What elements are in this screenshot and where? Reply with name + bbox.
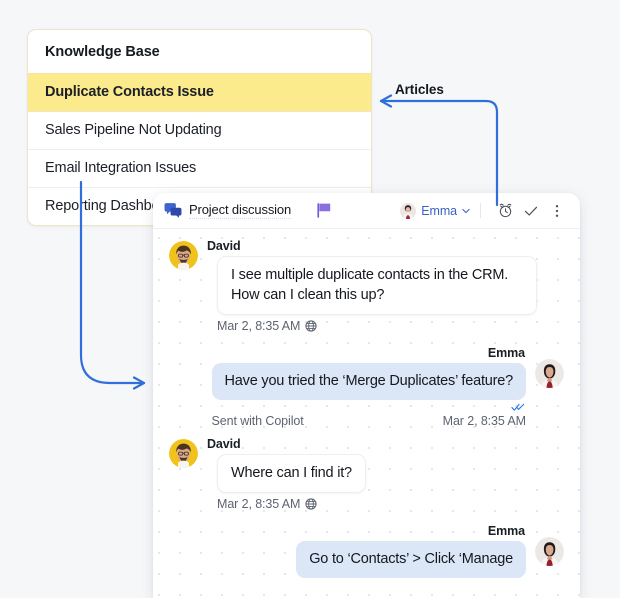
chat-window: Project discussion Emma David I see mult… [153, 193, 580, 598]
message-bubble[interactable]: Have you tried the ‘Merge Duplicates’ fe… [211, 363, 526, 400]
avatar [169, 439, 198, 468]
message-timestamp: Mar 2, 8:35 AM [217, 497, 301, 511]
checkmark-icon [524, 206, 538, 216]
message-bubble[interactable]: I see multiple duplicate contacts in the… [217, 256, 537, 315]
reminder-button[interactable] [494, 200, 516, 222]
chevron-down-icon [462, 208, 470, 213]
avatar [169, 241, 198, 270]
knowledge-base-item-email-integration-issues[interactable]: Email Integration Issues [28, 149, 371, 187]
flag-icon[interactable] [317, 203, 331, 218]
message-bubble[interactable]: Where can I find it? [217, 454, 366, 493]
avatar [535, 359, 564, 388]
articles-arrow-head [379, 94, 393, 108]
assignee-name: Emma [421, 203, 457, 218]
avatar [535, 537, 564, 566]
articles-arrow-path [379, 99, 499, 207]
chat-title[interactable]: Project discussion [189, 202, 291, 219]
message-note: Sent with Copilot [211, 414, 304, 428]
assignee-avatar [400, 202, 417, 219]
chat-header: Project discussion Emma [153, 193, 580, 229]
message-item: David I see multiple duplicate contacts … [169, 239, 564, 344]
globe-icon [305, 320, 317, 332]
double-check-icon [511, 403, 525, 411]
message-list[interactable]: David I see multiple duplicate contacts … [153, 229, 580, 598]
message-content: David I see multiple duplicate contacts … [207, 239, 537, 344]
articles-annotation-label: Articles [395, 82, 444, 97]
message-bubble[interactable]: Go to ‘Contacts’ > Click ‘Manage [296, 541, 526, 578]
message-item: David Where can I find it? Mar 2, 8:35 A… [169, 437, 564, 522]
message-content: Emma Go to ‘Contacts’ > Click ‘Manage [296, 524, 526, 578]
message-meta: Mar 2, 8:35 AM [217, 319, 537, 333]
message-timestamp: Mar 2, 8:35 AM [442, 414, 526, 428]
message-meta: Sent with Copilot Mar 2, 8:35 AM [211, 414, 527, 428]
globe-icon [305, 498, 317, 510]
message-sender: Emma [487, 524, 525, 538]
reply-arrow-head [132, 376, 146, 390]
more-options-button[interactable] [546, 200, 568, 222]
resolve-button[interactable] [520, 200, 542, 222]
assignee-selector[interactable]: Emma [400, 202, 470, 219]
message-item: Emma Go to ‘Contacts’ > Click ‘Manage [169, 524, 564, 578]
message-content: Emma Have you tried the ‘Merge Duplicate… [211, 346, 527, 435]
message-content: David Where can I find it? Mar 2, 8:35 A… [207, 437, 366, 522]
header-divider [480, 203, 481, 218]
message-sender: David [207, 437, 241, 451]
chat-bubbles-icon [164, 202, 182, 218]
message-item: Emma Have you tried the ‘Merge Duplicate… [169, 346, 564, 435]
message-timestamp: Mar 2, 8:35 AM [217, 319, 301, 333]
message-sender: David [207, 239, 241, 253]
message-status [212, 400, 526, 411]
knowledge-base-item-sales-pipeline-not-updating[interactable]: Sales Pipeline Not Updating [28, 111, 371, 149]
alarm-clock-icon [499, 203, 511, 218]
message-sender: Emma [487, 346, 525, 360]
knowledge-base-item-duplicate-contacts-issue[interactable]: Duplicate Contacts Issue [28, 73, 371, 111]
message-meta: Mar 2, 8:35 AM [217, 497, 366, 511]
knowledge-base-title: Knowledge Base [45, 44, 160, 60]
more-vertical-icon [555, 204, 559, 217]
